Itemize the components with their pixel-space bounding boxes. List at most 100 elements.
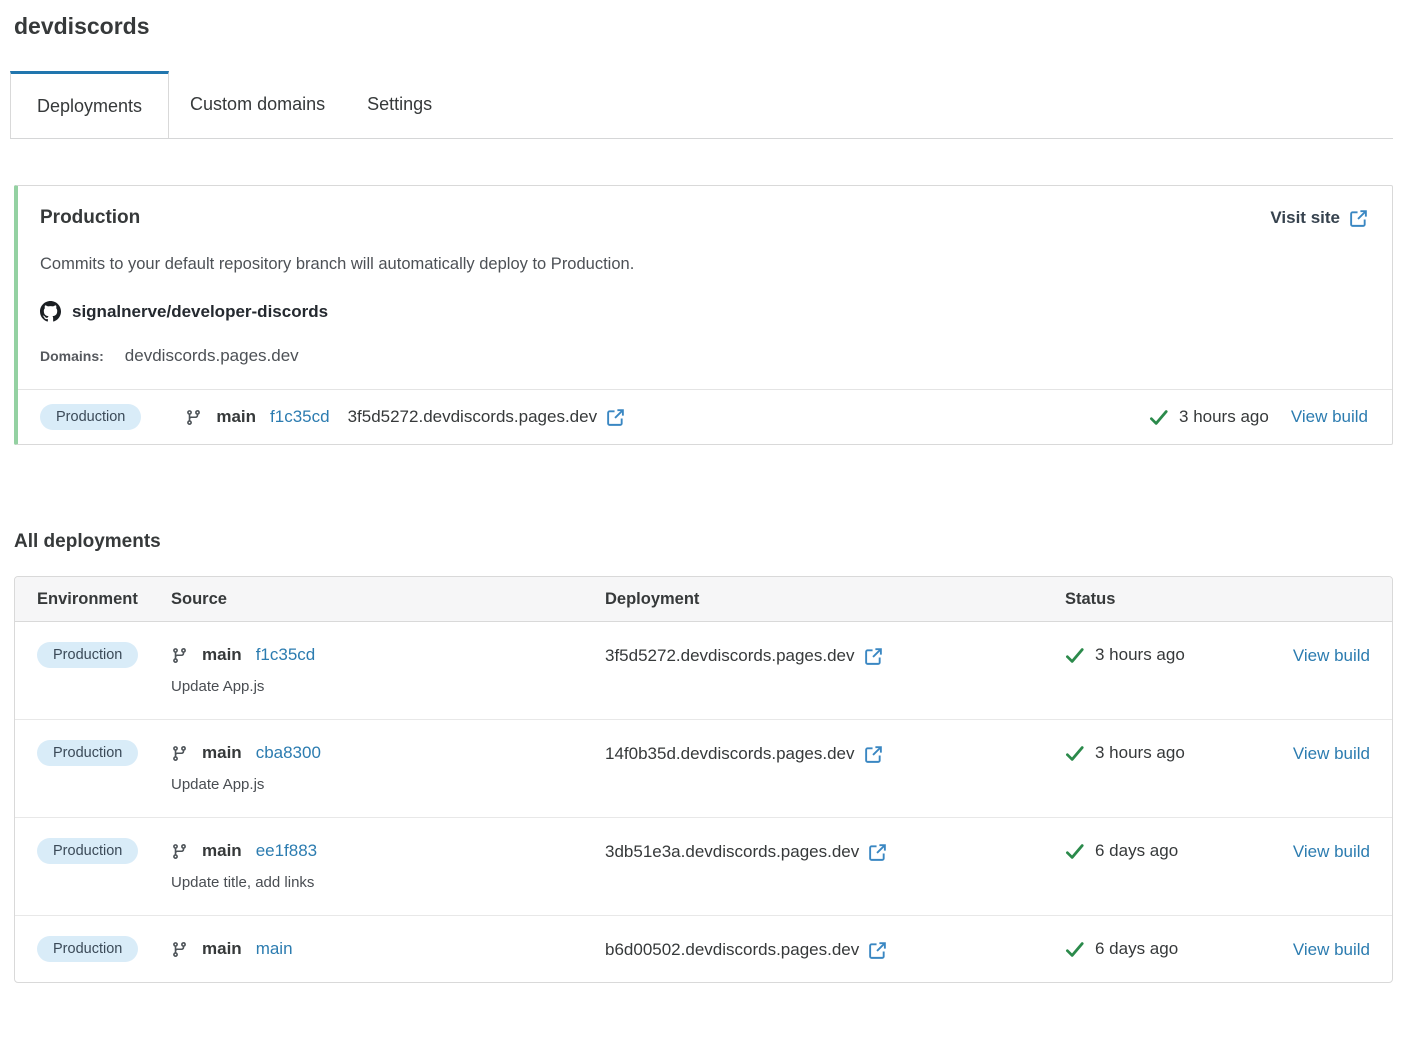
external-link-icon[interactable] [606, 408, 625, 427]
cell-deployment: 3db51e3a.devdiscords.pages.dev [605, 838, 1065, 862]
check-icon [1065, 646, 1084, 665]
all-deployments-title: All deployments [14, 531, 1393, 553]
status-time: 6 days ago [1095, 939, 1178, 959]
deployment-url: b6d00502.devdiscords.pages.dev [605, 940, 859, 960]
table-row: Production main ee1f883 Update title, ad… [15, 817, 1392, 915]
branch-name: main [202, 645, 242, 665]
view-build-link[interactable]: View build [1291, 407, 1368, 427]
status-time: 6 days ago [1095, 841, 1178, 861]
column-environment: Environment [37, 590, 171, 609]
domains-value: devdiscords.pages.dev [125, 346, 299, 366]
environment-badge: Production [37, 838, 138, 864]
commit-message: Update App.js [171, 776, 605, 793]
visit-site-link[interactable]: Visit site [1270, 208, 1368, 228]
production-card-body: Production Visit site Commits to your de… [18, 186, 1392, 389]
production-description: Commits to your default repository branc… [40, 255, 1368, 274]
tab-bar: Deployments Custom domains Settings [10, 71, 1393, 139]
git-branch-icon [171, 647, 188, 664]
cell-source: main cba8300 Update App.js [171, 740, 605, 793]
external-link-icon[interactable] [868, 941, 887, 960]
cell-environment: Production [37, 642, 171, 668]
status-time: 3 hours ago [1095, 743, 1185, 763]
view-build-link[interactable]: View build [1293, 940, 1370, 959]
column-deployment: Deployment [605, 590, 1065, 609]
production-deployment-row: Production main f1c35cd 3f5d5272.devdisc… [18, 389, 1392, 444]
status-info: 3 hours ago View build [1149, 407, 1368, 427]
git-branch-icon [171, 941, 188, 958]
cell-source: main main [171, 936, 605, 959]
github-repo-link[interactable]: signalnerve/developer-discords [40, 301, 1368, 322]
cell-environment: Production [37, 936, 171, 962]
commit-message: Update title, add links [171, 874, 605, 891]
external-link-icon[interactable] [868, 843, 887, 862]
tab-settings[interactable]: Settings [346, 71, 453, 138]
column-source: Source [171, 590, 605, 609]
environment-badge: Production [37, 740, 138, 766]
column-status: Status [1065, 590, 1262, 609]
check-icon [1149, 408, 1168, 427]
cell-action: View build [1293, 740, 1370, 764]
cell-deployment: 14f0b35d.devdiscords.pages.dev [605, 740, 1065, 764]
environment-badge: Production [40, 404, 141, 430]
status-time: 3 hours ago [1179, 407, 1269, 427]
source-info: main f1c35cd 3f5d5272.devdiscords.pages.… [185, 407, 625, 427]
check-icon [1065, 744, 1084, 763]
view-build-link[interactable]: View build [1293, 842, 1370, 861]
deployment-url: 14f0b35d.devdiscords.pages.dev [605, 744, 855, 764]
commit-link[interactable]: ee1f883 [256, 841, 317, 861]
pages-project-page: devdiscords Deployments Custom domains S… [0, 0, 1413, 983]
cell-action: View build [1293, 838, 1370, 862]
git-branch-icon [185, 409, 202, 426]
cell-action: View build [1293, 642, 1370, 666]
cell-action: View build [1293, 936, 1370, 960]
cell-status: 3 hours ago [1065, 740, 1262, 763]
visit-site-label: Visit site [1270, 208, 1340, 228]
cell-status: 3 hours ago [1065, 642, 1262, 665]
cell-source: main f1c35cd Update App.js [171, 642, 605, 695]
cell-environment: Production [37, 740, 171, 766]
cell-status: 6 days ago [1065, 936, 1262, 959]
deployment-url-group: 3f5d5272.devdiscords.pages.dev [348, 407, 626, 427]
commit-link[interactable]: main [256, 939, 293, 959]
commit-link[interactable]: f1c35cd [256, 645, 316, 665]
view-build-link[interactable]: View build [1293, 646, 1370, 665]
branch-name: main [202, 743, 242, 763]
production-card-header: Production Visit site [40, 207, 1368, 229]
tab-deployments[interactable]: Deployments [10, 71, 169, 138]
external-link-icon [1349, 209, 1368, 228]
cell-environment: Production [37, 838, 171, 864]
git-branch-icon [171, 843, 188, 860]
branch-name: main [202, 841, 242, 861]
external-link-icon[interactable] [864, 647, 883, 666]
table-row: Production main f1c35cd Update App.js 3f… [15, 622, 1392, 719]
deployment-url: 3db51e3a.devdiscords.pages.dev [605, 842, 859, 862]
environment-badge: Production [37, 936, 138, 962]
cell-deployment: b6d00502.devdiscords.pages.dev [605, 936, 1065, 960]
check-icon [1065, 842, 1084, 861]
check-icon [1065, 940, 1084, 959]
table-header: Environment Source Deployment Status [15, 577, 1392, 622]
external-link-icon[interactable] [864, 745, 883, 764]
domains-row: Domains: devdiscords.pages.dev [40, 346, 1368, 389]
production-card: Production Visit site Commits to your de… [14, 185, 1393, 445]
branch-name: main [202, 939, 242, 959]
view-build-link[interactable]: View build [1293, 744, 1370, 763]
page-title: devdiscords [14, 13, 1393, 40]
commit-link[interactable]: cba8300 [256, 743, 321, 763]
deployment-url: 3f5d5272.devdiscords.pages.dev [348, 407, 598, 427]
cell-deployment: 3f5d5272.devdiscords.pages.dev [605, 642, 1065, 666]
github-icon [40, 301, 61, 322]
cell-status: 6 days ago [1065, 838, 1262, 861]
commit-message: Update App.js [171, 678, 605, 695]
commit-link[interactable]: f1c35cd [270, 407, 330, 427]
production-title: Production [40, 207, 140, 229]
tab-custom-domains[interactable]: Custom domains [169, 71, 346, 138]
domains-label: Domains: [40, 348, 104, 364]
table-row: Production main main b6d00502.devdiscord… [15, 915, 1392, 982]
cell-source: main ee1f883 Update title, add links [171, 838, 605, 891]
environment-badge: Production [37, 642, 138, 668]
branch-name: main [216, 407, 256, 427]
deployment-url: 3f5d5272.devdiscords.pages.dev [605, 646, 855, 666]
repo-name: signalnerve/developer-discords [72, 302, 328, 322]
status-time: 3 hours ago [1095, 645, 1185, 665]
